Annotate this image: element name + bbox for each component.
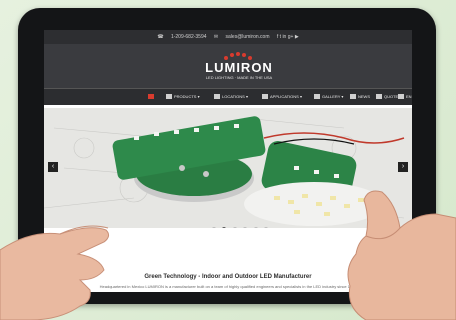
grid-icon xyxy=(166,94,172,100)
slider-dot[interactable] xyxy=(232,227,237,228)
mail-icon: ✉ xyxy=(213,34,219,40)
phone-icon: ☎ xyxy=(157,34,164,40)
news-icon xyxy=(350,94,356,100)
list-icon xyxy=(262,94,268,100)
contact-bar: ☎ 1-209-682-3594 ✉ sales@lumiron.com f t… xyxy=(44,30,412,44)
nav-item-applications[interactable]: APPLICATIONS ▾ xyxy=(262,89,302,105)
nav-item-quote[interactable]: QUOTE xyxy=(376,89,398,105)
image-icon xyxy=(314,94,320,100)
globe-icon xyxy=(398,94,404,100)
home-icon xyxy=(148,94,154,100)
nav-item-locations[interactable]: LOCATIONS ▾ xyxy=(214,89,248,105)
nav-item-home[interactable] xyxy=(148,89,154,105)
left-hand xyxy=(0,225,110,320)
nav-item-gallery[interactable]: GALLERY ▾ xyxy=(314,89,343,105)
pin-icon xyxy=(214,94,220,100)
slider-dot[interactable] xyxy=(264,227,269,228)
nav-item-language[interactable]: EN xyxy=(398,89,412,105)
header: LUMIRON LED LIGHTING · MADE IN THE USA xyxy=(44,44,412,88)
slider-prev-button[interactable]: ‹ xyxy=(48,162,58,172)
slider-next-button[interactable]: › xyxy=(398,162,408,172)
slider-pager[interactable] xyxy=(212,218,270,228)
slider-dot[interactable] xyxy=(253,227,258,228)
logo-wordmark: LUMIRON xyxy=(205,60,273,75)
slider-dot[interactable] xyxy=(212,227,216,228)
edit-icon xyxy=(376,94,382,100)
slider-dot[interactable] xyxy=(243,227,248,228)
email-address[interactable]: sales@lumiron.com xyxy=(226,34,270,40)
main-nav: PRODUCTS ▾ LOCATIONS ▾ APPLICATIONS ▾ GA… xyxy=(44,88,412,105)
social-icons[interactable]: f t in g+ ▶ xyxy=(277,34,299,40)
logo-tagline: LED LIGHTING · MADE IN THE USA xyxy=(205,75,273,80)
nav-item-news[interactable]: NEWS xyxy=(350,89,370,105)
phone-number[interactable]: 1-209-682-3594 xyxy=(171,34,207,40)
logo[interactable]: LUMIRON LED LIGHTING · MADE IN THE USA xyxy=(194,52,284,82)
right-hand xyxy=(347,190,456,320)
nav-item-products[interactable]: PRODUCTS ▾ xyxy=(166,89,200,105)
